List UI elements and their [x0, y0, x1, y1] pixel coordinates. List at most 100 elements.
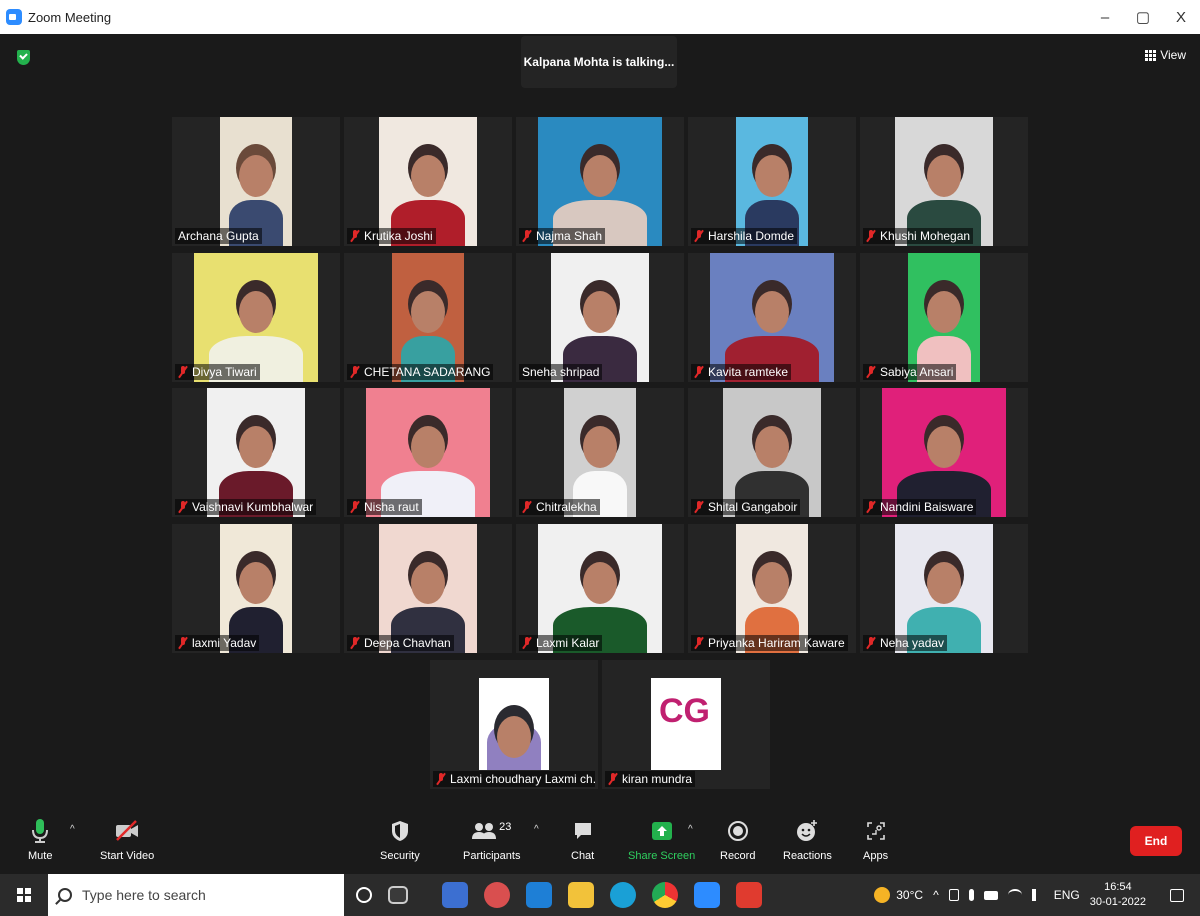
weather-temperature[interactable]: 30°C [896, 888, 923, 902]
participant-tile[interactable]: Sneha shripad [516, 253, 684, 382]
share-options-caret[interactable]: ^ [688, 824, 693, 835]
participant-tile[interactable]: Neha yadav [860, 524, 1028, 653]
participant-tile[interactable]: Nandini Baisware [860, 388, 1028, 517]
view-button[interactable]: View [1145, 48, 1186, 62]
weather-sun-icon[interactable] [874, 887, 891, 903]
participant-name: Najma Shah [536, 229, 603, 243]
participant-video [564, 388, 636, 517]
window-controls: – ▢ X [1086, 0, 1200, 34]
participant-tile[interactable]: laxmi Yadav [172, 524, 340, 653]
notifications-icon[interactable] [1170, 888, 1184, 902]
security-button[interactable]: Security [380, 816, 420, 862]
muted-microphone-icon [350, 501, 360, 513]
muted-microphone-icon [178, 501, 188, 513]
participant-name-label: Nisha raut [347, 499, 422, 515]
reactions-button[interactable]: Reactions [783, 816, 832, 862]
record-icon [727, 821, 748, 841]
participant-name: Neha yadav [880, 636, 945, 650]
participant-video [736, 524, 808, 653]
edge-browser-icon[interactable] [610, 882, 636, 908]
close-button[interactable]: X [1162, 0, 1200, 34]
participant-video [538, 524, 662, 653]
chat-button[interactable]: Chat [571, 816, 594, 862]
share-screen-label: Share Screen [628, 850, 696, 862]
chat-label: Chat [571, 850, 595, 862]
video-off-icon [116, 820, 139, 841]
cortana-icon[interactable] [356, 887, 372, 903]
participant-video [551, 253, 649, 382]
participant-name-label: Krutika Joshi [347, 228, 436, 244]
participant-tile[interactable]: Divya Tiwari [172, 253, 340, 382]
participant-tile[interactable]: CG kiran mundra [602, 660, 770, 789]
participant-tile[interactable]: Harshila Domde [688, 117, 856, 246]
participant-tile[interactable]: Krutika Joshi [344, 117, 512, 246]
wifi-icon[interactable] [1007, 889, 1022, 901]
system-tray: 30°C ^ ENG 16:54 30-01-2022 [874, 874, 1200, 916]
restore-button[interactable]: ▢ [1124, 0, 1162, 34]
microphone-icon [32, 819, 49, 843]
participant-name: Khushi Mohegan [880, 229, 971, 243]
participant-tile[interactable]: Shital Gangaboir [688, 388, 856, 517]
mute-button[interactable]: Mute [28, 816, 52, 862]
participant-tile[interactable]: Laxmi Kalar [516, 524, 684, 653]
person-head [239, 426, 273, 468]
share-screen-button[interactable]: Share Screen [628, 816, 695, 862]
person-head [755, 426, 789, 468]
participant-name-label: Nandini Baisware [863, 499, 977, 515]
end-meeting-button[interactable]: End [1130, 826, 1182, 856]
mic-tray-icon[interactable] [968, 889, 974, 901]
participant-name: Vaishnavi Kumbhalwar [192, 500, 314, 514]
participant-tile[interactable]: Chitralekha [516, 388, 684, 517]
start-video-button[interactable]: Start Video [100, 816, 154, 862]
participant-video [723, 388, 821, 517]
taskbar-search-input[interactable]: Type here to search [48, 874, 344, 916]
participant-name-label: Vaishnavi Kumbhalwar [175, 499, 317, 515]
chrome-browser-icon[interactable] [652, 882, 678, 908]
participants-count: 23 [499, 821, 512, 833]
encryption-shield-icon[interactable] [17, 50, 30, 65]
muted-microphone-icon [866, 637, 876, 649]
network-icon[interactable] [983, 890, 998, 900]
participant-tile[interactable]: Archana Gupta [172, 117, 340, 246]
participant-tile[interactable]: Vaishnavi Kumbhalwar [172, 388, 340, 517]
participant-tile[interactable]: Najma Shah [516, 117, 684, 246]
start-button[interactable] [0, 874, 48, 916]
input-language[interactable]: ENG [1054, 888, 1080, 902]
participant-tile[interactable]: CHETANA SADARANG [344, 253, 512, 382]
task-view-icon[interactable] [388, 886, 408, 904]
muted-microphone-icon [694, 637, 704, 649]
paint-app-icon[interactable] [484, 882, 510, 908]
participant-tile[interactable]: Khushi Mohegan [860, 117, 1028, 246]
participant-video [207, 388, 305, 517]
apps-button[interactable]: Apps [863, 816, 888, 862]
system-clock[interactable]: 16:54 30-01-2022 [1090, 880, 1156, 910]
participant-tile[interactable]: Priyanka Hariram Kaware [688, 524, 856, 653]
participant-video [895, 117, 993, 246]
muted-microphone-icon [522, 230, 532, 242]
zoom-taskbar-icon[interactable] [694, 882, 720, 908]
hidden-icons-chevron-icon[interactable]: ^ [933, 888, 939, 902]
participant-tile[interactable]: Nisha raut [344, 388, 512, 517]
office-app-icon[interactable] [736, 882, 762, 908]
participant-video [379, 117, 477, 246]
participant-tile[interactable]: Sabiya Ansari [860, 253, 1028, 382]
file-explorer-icon[interactable] [568, 882, 594, 908]
audio-options-caret[interactable]: ^ [70, 824, 75, 835]
participant-name-label: Priyanka Hariram Kaware [691, 635, 848, 651]
participants-options-caret[interactable]: ^ [534, 824, 539, 835]
volume-icon[interactable] [1031, 889, 1044, 901]
participant-video [710, 253, 834, 382]
participants-button[interactable]: 23 Participants [463, 816, 520, 862]
muted-microphone-icon [350, 230, 360, 242]
participant-tile[interactable]: Laxmi choudhary Laxmi ch... [430, 660, 598, 789]
participant-tile[interactable]: Kavita ramteke [688, 253, 856, 382]
participant-tile[interactable]: Deepa Chavhan [344, 524, 512, 653]
store-app-icon[interactable] [442, 882, 468, 908]
apps-icon [866, 822, 885, 840]
minimize-button[interactable]: – [1086, 0, 1124, 34]
participant-name-label: Shital Gangaboir [691, 499, 801, 515]
reactions-label: Reactions [783, 850, 832, 862]
record-button[interactable]: Record [720, 816, 755, 862]
mail-app-icon[interactable] [526, 882, 552, 908]
battery-icon[interactable] [948, 889, 959, 901]
